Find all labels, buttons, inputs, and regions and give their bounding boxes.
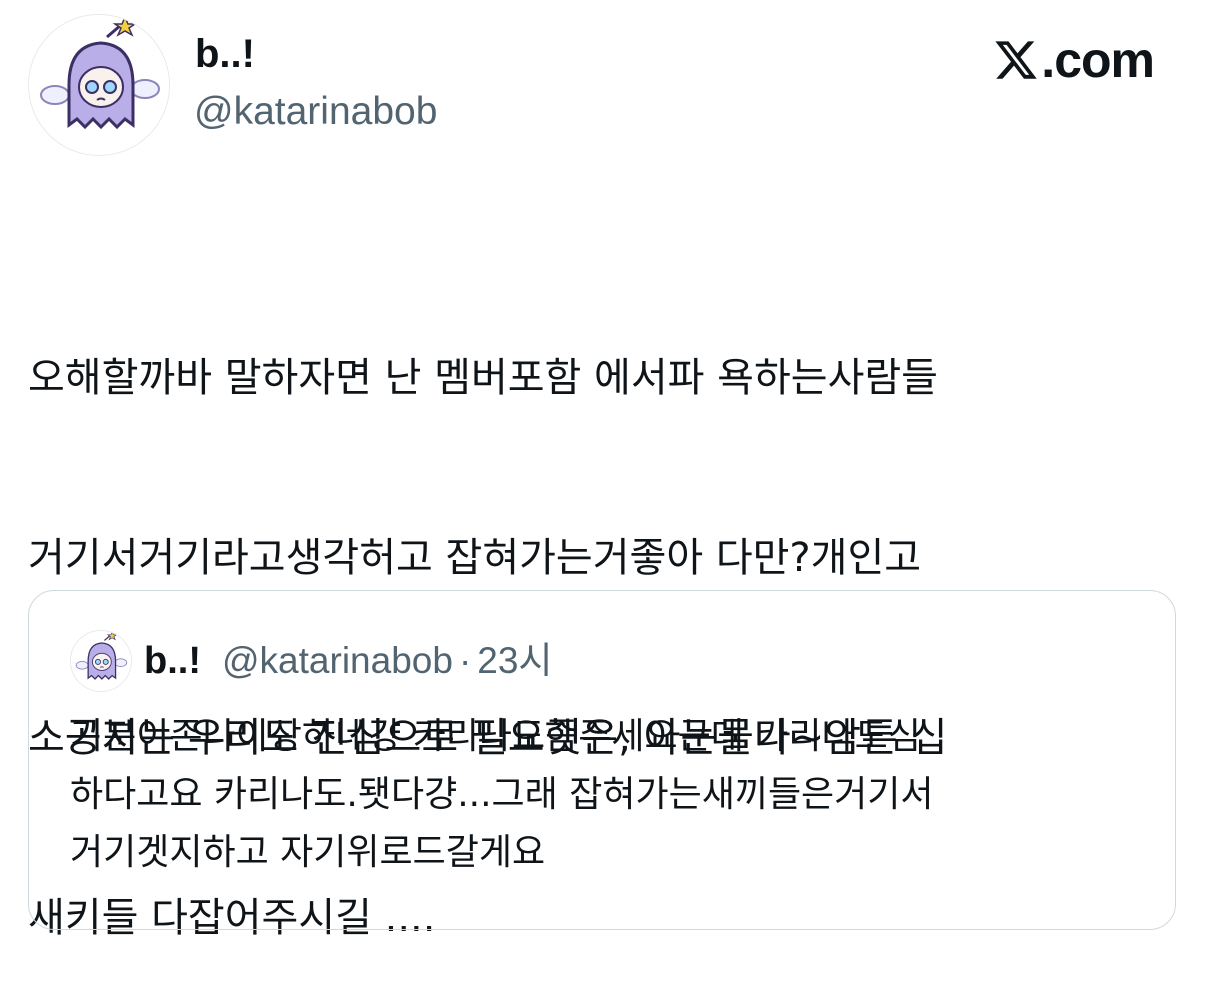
quoted-author-display-name[interactable]: b..! (144, 638, 201, 684)
author-handle[interactable]: @katarinabob (194, 88, 437, 136)
tweet-line: 거기서거기라고생각허고 잡혀가는거좋아 다만?개인고 (28, 535, 922, 581)
pixel-ghost-avatar-icon (29, 15, 169, 155)
author-display-name[interactable]: b..! (195, 30, 255, 78)
pixel-ghost-avatar-icon (71, 631, 131, 691)
quoted-tweet-line: 기분이존나이상하네걍 카리나도좀주세요근데 카리나도심 (70, 716, 921, 757)
quoted-author-handle[interactable]: @katarinabob (222, 640, 453, 681)
x-logo-icon (995, 41, 1038, 79)
author-avatar[interactable] (28, 14, 170, 156)
meta-separator: · (458, 640, 472, 681)
quoted-tweet-time[interactable]: 23시 (477, 640, 552, 681)
brand-label: .com (1041, 32, 1155, 88)
quoted-author-avatar[interactable] (70, 630, 132, 692)
quoted-tweet-meta: @katarinabob · 23시 (222, 638, 552, 684)
tweet-line: 오해할까바 말하자면 난 멤버포함 에서파 욕하는사람들 (28, 355, 938, 401)
quoted-tweet-line: 하다고요 카리나도.됏다걍...그래 잡혀가는새끼들은거기서 (70, 774, 934, 815)
quoted-tweet-body: 기분이존나이상하네걍 카리나도좀주세요근데 카리나도심 하다고요 카리나도.됏다… (70, 708, 1150, 882)
quoted-tweet-line: 거기겟지하고 자기위로드갈게요 (70, 832, 546, 873)
x-brand-logo: .com (993, 30, 1155, 90)
